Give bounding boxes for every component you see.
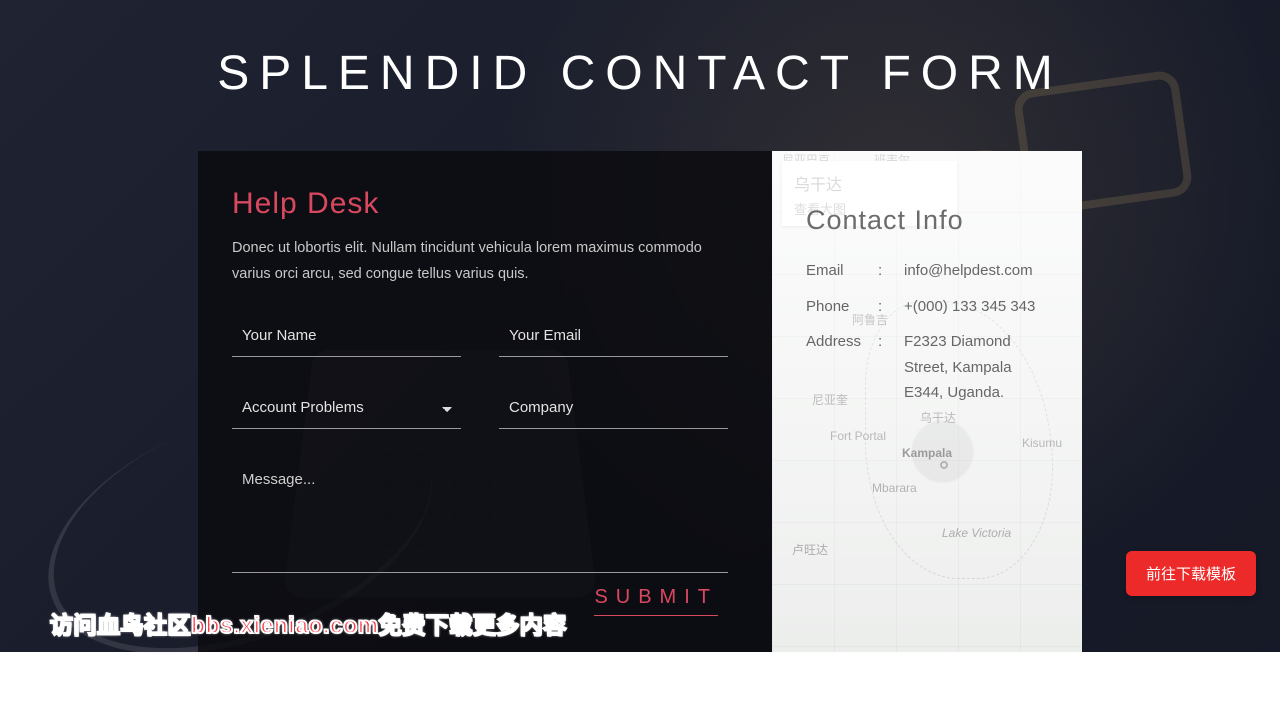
contact-value-email: info@helpdest.com xyxy=(904,258,1052,284)
contact-label: Phone xyxy=(806,294,878,320)
page-title: SPLENDID CONTACT FORM xyxy=(0,46,1280,101)
help-desk-description: Donec ut lobortis elit. Nullam tincidunt… xyxy=(232,235,728,287)
contact-row-email: Email : info@helpdest.com xyxy=(806,258,1052,284)
topic-select[interactable]: Account Problems xyxy=(232,389,461,429)
contact-label: Address xyxy=(806,329,878,406)
contact-colon: : xyxy=(878,329,904,406)
contact-colon: : xyxy=(878,294,904,320)
contact-row-address: Address : F2323 Diamond Street, Kampala … xyxy=(806,329,1052,406)
watermark-text: 访问血鸟社区bbs.xieniao.com免费下载更多内容 xyxy=(50,606,567,640)
contact-label: Email xyxy=(806,258,878,284)
email-input[interactable] xyxy=(499,317,728,357)
contact-colon: : xyxy=(878,258,904,284)
contact-info-overlay: Contact Info Email : info@helpdest.com P… xyxy=(772,151,1082,652)
contact-value-phone: +(000) 133 345 343 xyxy=(904,294,1052,320)
contact-info-heading: Contact Info xyxy=(806,205,1052,236)
download-template-button[interactable]: 前往下载模板 xyxy=(1126,551,1256,596)
message-textarea[interactable] xyxy=(232,461,728,573)
submit-button[interactable]: SUBMIT xyxy=(594,586,718,616)
help-desk-panel: Help Desk Donec ut lobortis elit. Nullam… xyxy=(198,151,772,652)
contact-row-phone: Phone : +(000) 133 345 343 xyxy=(806,294,1052,320)
company-input[interactable] xyxy=(499,389,728,429)
name-input[interactable] xyxy=(232,317,461,357)
contact-card: Help Desk Donec ut lobortis elit. Nullam… xyxy=(198,151,1082,652)
contact-value-address: F2323 Diamond Street, Kampala E344, Ugan… xyxy=(904,329,1052,406)
contact-info-panel: 尼亚巴克 班韦尔 阿鲁吉 尼亚奎 Kampala Fort Portal Mba… xyxy=(772,151,1082,652)
help-desk-heading: Help Desk xyxy=(232,187,728,221)
